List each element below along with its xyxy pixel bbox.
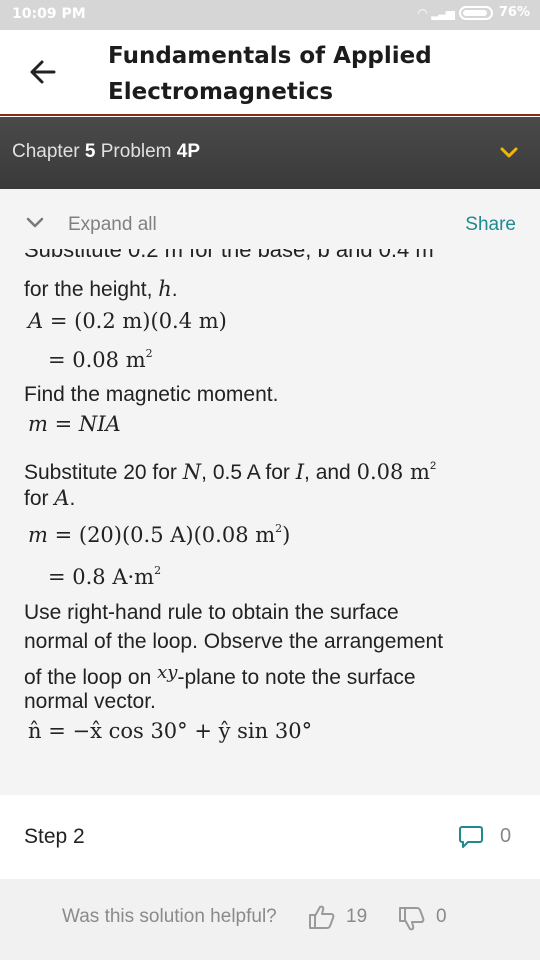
moment-heading: Find the magnetic moment. <box>24 383 279 406</box>
helpful-feedback-bar: Was this solution helpful? 19 0 <box>0 879 540 960</box>
area-symbol: A <box>28 309 44 333</box>
wifi-icon: ◠ <box>417 5 427 20</box>
battery-icon <box>458 5 493 20</box>
status-time: 10:09 PM <box>12 6 86 22</box>
thumbs-down-count: 0 <box>436 906 447 927</box>
moment-product: = (20)(0.5 A)(0.08 m <box>54 523 276 547</box>
moment-equation: m = NIA <box>28 412 121 436</box>
clipped-text-line: Substitute 0.2 m for the base, b and 0.4… <box>24 249 434 262</box>
thumbs-up-count: 19 <box>346 906 368 927</box>
solution-content: Substitute 0.2 m for the base, b and 0.4… <box>0 249 540 795</box>
sub-var-a: A <box>54 486 70 510</box>
moment-result-exponent: 2 <box>154 564 162 577</box>
sub-text-a: Substitute 20 for <box>24 461 177 484</box>
rule-line-4: normal vector. <box>24 690 156 713</box>
plane-variable: xy <box>157 662 178 683</box>
chevron-down-icon[interactable] <box>500 147 518 159</box>
book-title-line2: Electromagnetics <box>108 79 334 105</box>
helpful-question: Was this solution helpful? <box>62 906 277 927</box>
share-button[interactable]: Share <box>465 214 516 236</box>
rule-text-a: of the loop on <box>24 666 152 689</box>
chapter-label: Chapter <box>12 141 80 162</box>
app-header: Fundamentals of Applied Electromagnetics <box>0 30 540 116</box>
arrow-left-icon[interactable] <box>28 54 58 90</box>
sub-var-i: I <box>295 460 305 484</box>
status-indicators: ◠ ▂▃▅ 76% <box>418 5 530 20</box>
substitute-sentence-2: for A. <box>24 486 76 510</box>
comment-count: 0 <box>500 825 512 847</box>
sub-area-exponent: 2 <box>429 460 437 472</box>
chapter-number: 5 <box>84 141 96 162</box>
solution-toolbar: Expand all Share <box>0 189 540 249</box>
height-text: for the height, <box>24 278 153 301</box>
sub-area: 0.08 m <box>356 460 430 484</box>
chapter-selector[interactable]: Chapter 5 Problem 4P <box>0 117 540 189</box>
area-value: = 0.08 m <box>48 348 146 372</box>
problem-number: 4P <box>176 141 201 162</box>
moment-close-paren: ) <box>282 523 291 547</box>
sub-var-n: N <box>182 460 202 484</box>
thumbs-up-icon[interactable] <box>308 904 336 930</box>
problem-label: Problem <box>100 141 172 162</box>
area-exponent: 2 <box>145 347 153 360</box>
sub-text-d: for <box>24 487 49 510</box>
expand-all-button[interactable]: Expand all <box>68 214 157 236</box>
moment-result: = 0.8 A·m <box>48 565 155 589</box>
comment-icon[interactable] <box>458 825 484 849</box>
area-product: = (0.2 m)(0.4 m) <box>49 309 227 333</box>
rule-line-2: normal of the loop. Observe the arrangem… <box>24 630 444 653</box>
area-equation-1: A = (0.2 m)(0.4 m) <box>28 309 227 333</box>
sub-text-b: , 0.5 A for <box>201 461 290 484</box>
moment-symbol: m <box>28 523 48 547</box>
moment-result-equation: = 0.8 A·m2 <box>48 564 161 589</box>
battery-percent: 76% <box>498 5 530 20</box>
step-2-header[interactable]: Step 2 0 <box>0 795 540 879</box>
height-sentence: for the height, h. <box>24 277 178 301</box>
thumbs-down-icon[interactable] <box>398 906 426 932</box>
height-variable: h <box>158 277 172 301</box>
rule-text-b: -plane to note the surface <box>177 666 416 689</box>
book-title-line1: Fundamentals of Applied <box>108 43 432 69</box>
status-bar: 10:09 PM ◠ ▂▃▅ 76% <box>0 0 540 30</box>
substitute-sentence-1: Substitute 20 for N, 0.5 A for I, and 0.… <box>24 452 436 487</box>
signal-icon: ▂▃▅ <box>431 5 455 20</box>
expand-chevron-icon[interactable] <box>26 217 44 229</box>
moment-substitution-equation: m = (20)(0.5 A)(0.08 m2) <box>28 522 290 547</box>
area-equation-2: = 0.08 m2 <box>48 347 153 372</box>
book-title: Fundamentals of Applied Electromagnetics <box>108 38 508 110</box>
normal-vector-equation: n̂ = −x̂ cos 30° + ŷ sin 30° <box>28 719 313 743</box>
step-label: Step 2 <box>24 825 85 848</box>
chapter-problem-label: Chapter 5 Problem 4P <box>12 141 200 163</box>
sub-text-c: , and <box>304 461 351 484</box>
rule-line-1: Use right-hand rule to obtain the surfac… <box>24 601 399 624</box>
